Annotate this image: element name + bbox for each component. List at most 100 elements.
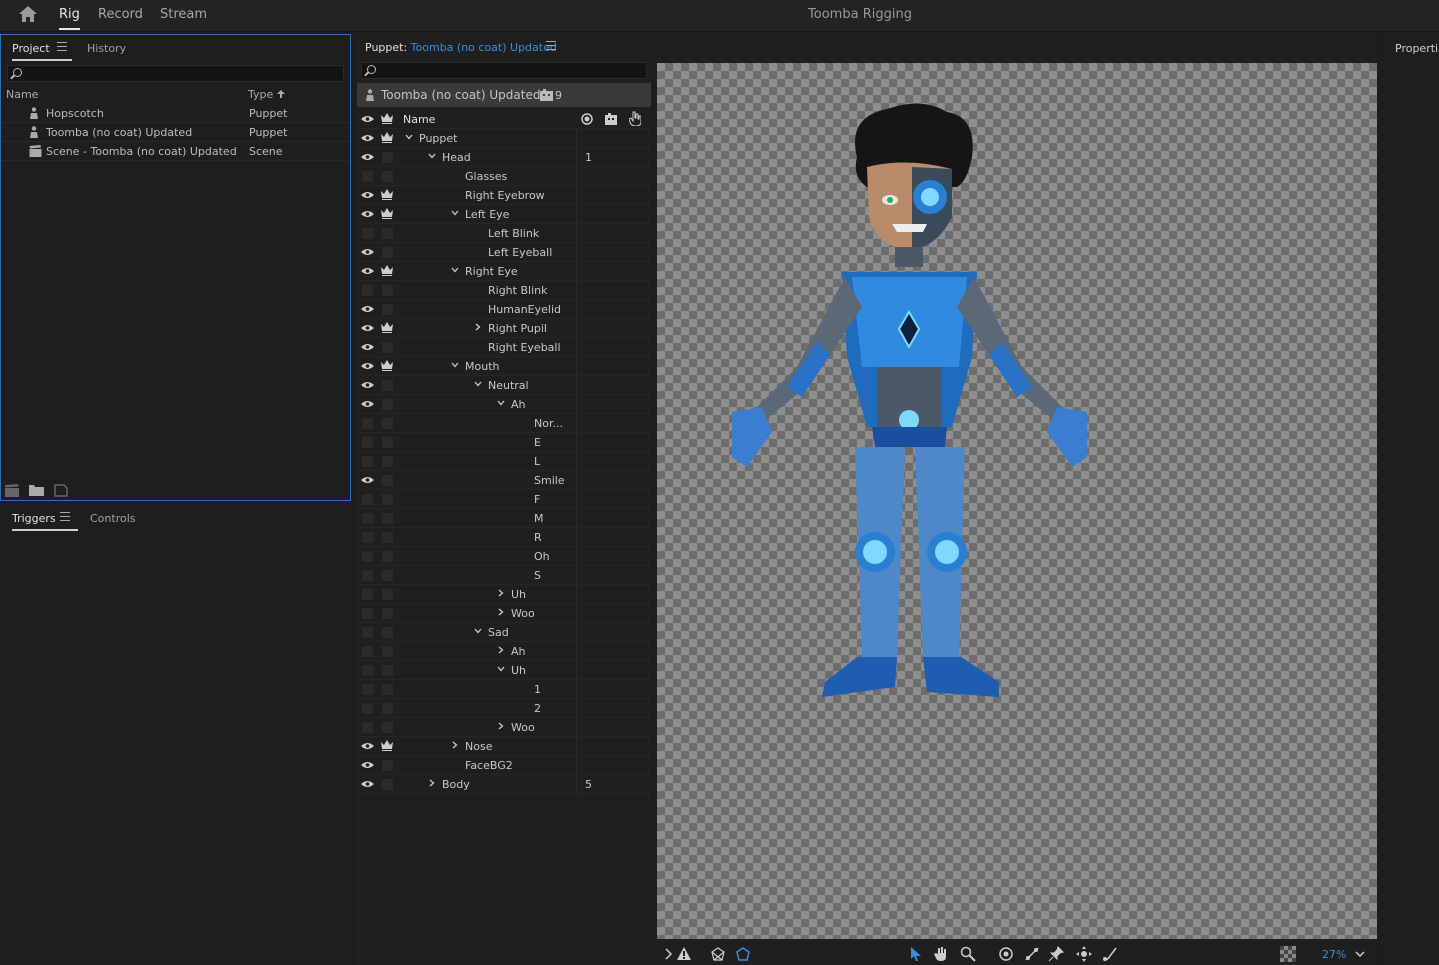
independence-toggle[interactable] bbox=[382, 437, 393, 448]
crown-icon[interactable] bbox=[381, 360, 393, 371]
visibility-toggle[interactable] bbox=[362, 285, 373, 296]
puppet-selector-bar[interactable]: Toomba (no coat) Updated 9 bbox=[357, 83, 651, 107]
hand-icon[interactable] bbox=[629, 111, 641, 126]
layer-row[interactable]: R bbox=[357, 528, 651, 547]
outline-icon[interactable] bbox=[735, 946, 751, 962]
chevron-right-icon[interactable] bbox=[451, 741, 459, 749]
layer-row[interactable]: Glasses bbox=[357, 167, 651, 186]
tab-rig[interactable]: Rig bbox=[59, 7, 80, 30]
crown-icon[interactable] bbox=[381, 208, 393, 219]
independence-toggle[interactable] bbox=[382, 608, 393, 619]
layer-row[interactable]: Woo bbox=[357, 718, 651, 737]
independence-toggle[interactable] bbox=[382, 760, 393, 771]
independence-toggle[interactable] bbox=[382, 779, 393, 790]
layer-row[interactable]: Ah bbox=[357, 642, 651, 661]
new-scene-icon[interactable] bbox=[5, 484, 19, 497]
canvas-checkerboard[interactable] bbox=[657, 63, 1377, 939]
chevron-right-icon[interactable] bbox=[497, 646, 505, 654]
independence-toggle[interactable] bbox=[382, 627, 393, 638]
visibility-toggle[interactable] bbox=[362, 228, 373, 239]
layer-row[interactable]: Body 5 bbox=[357, 775, 651, 794]
crown-icon[interactable] bbox=[381, 740, 393, 751]
project-search-input[interactable] bbox=[7, 65, 344, 82]
eye-icon[interactable] bbox=[361, 210, 374, 218]
stick-icon[interactable] bbox=[1024, 946, 1040, 962]
visibility-toggle[interactable] bbox=[362, 722, 373, 733]
chevron-down-icon[interactable] bbox=[497, 665, 505, 673]
independence-toggle[interactable] bbox=[382, 418, 393, 429]
tab-project[interactable]: Project bbox=[12, 42, 72, 61]
tab-controls[interactable]: Controls bbox=[90, 512, 136, 525]
layer-row[interactable]: Left Blink bbox=[357, 224, 651, 243]
eye-icon[interactable] bbox=[361, 305, 374, 313]
independence-toggle[interactable] bbox=[382, 532, 393, 543]
crown-icon[interactable] bbox=[381, 113, 393, 124]
layer-row[interactable]: HumanEyelid bbox=[357, 300, 651, 319]
hand-icon[interactable] bbox=[933, 946, 949, 962]
layer-row[interactable]: S bbox=[357, 566, 651, 585]
visibility-toggle[interactable] bbox=[362, 418, 373, 429]
independence-toggle[interactable] bbox=[382, 399, 393, 410]
visibility-toggle[interactable] bbox=[362, 665, 373, 676]
independence-toggle[interactable] bbox=[382, 475, 393, 486]
crown-icon[interactable] bbox=[381, 322, 393, 333]
layer-row[interactable]: Sad bbox=[357, 623, 651, 642]
visibility-toggle[interactable] bbox=[362, 646, 373, 657]
group-icon[interactable] bbox=[605, 113, 617, 125]
visibility-toggle[interactable] bbox=[362, 437, 373, 448]
layer-row[interactable]: Mouth bbox=[357, 357, 651, 376]
layer-row[interactable]: Woo bbox=[357, 604, 651, 623]
record-icon[interactable] bbox=[581, 113, 593, 125]
visibility-toggle[interactable] bbox=[362, 171, 373, 182]
independence-toggle[interactable] bbox=[382, 380, 393, 391]
eye-icon[interactable] bbox=[361, 343, 374, 351]
panel-menu-icon[interactable] bbox=[60, 512, 70, 521]
eye-icon[interactable] bbox=[361, 780, 374, 788]
visibility-toggle[interactable] bbox=[362, 608, 373, 619]
handle-icon[interactable] bbox=[1076, 946, 1092, 962]
visibility-toggle[interactable] bbox=[362, 513, 373, 524]
independence-toggle[interactable] bbox=[382, 665, 393, 676]
eye-icon[interactable] bbox=[361, 362, 374, 370]
tab-stream[interactable]: Stream bbox=[160, 7, 207, 22]
eye-icon[interactable] bbox=[361, 324, 374, 332]
tab-history[interactable]: History bbox=[87, 42, 126, 55]
layer-row[interactable]: Right Pupil bbox=[357, 319, 651, 338]
panel-menu-icon[interactable] bbox=[546, 41, 556, 50]
chevron-right-icon[interactable] bbox=[497, 608, 505, 616]
eye-icon[interactable] bbox=[361, 191, 374, 199]
independence-toggle[interactable] bbox=[382, 684, 393, 695]
eye-icon[interactable] bbox=[361, 400, 374, 408]
independence-toggle[interactable] bbox=[382, 494, 393, 505]
crown-icon[interactable] bbox=[381, 189, 393, 200]
properties-title[interactable]: Properties bbox=[1395, 42, 1439, 55]
layer-row[interactable]: Puppet bbox=[357, 129, 651, 148]
puppet-search-input[interactable] bbox=[361, 62, 647, 79]
chevron-down-icon[interactable] bbox=[497, 399, 505, 407]
column-header-name[interactable]: Name bbox=[6, 88, 38, 101]
layer-row[interactable]: Smile bbox=[357, 471, 651, 490]
layer-row[interactable]: Oh bbox=[357, 547, 651, 566]
independence-toggle[interactable] bbox=[382, 570, 393, 581]
layer-row[interactable]: L bbox=[357, 452, 651, 471]
visibility-toggle[interactable] bbox=[362, 532, 373, 543]
chevron-down-icon[interactable] bbox=[405, 133, 413, 141]
independence-toggle[interactable] bbox=[382, 703, 393, 714]
independence-toggle[interactable] bbox=[382, 285, 393, 296]
layer-row[interactable]: FaceBG2 bbox=[357, 756, 651, 775]
layer-row[interactable]: 2 bbox=[357, 699, 651, 718]
chevron-right-icon[interactable] bbox=[497, 722, 505, 730]
independence-toggle[interactable] bbox=[382, 342, 393, 353]
zoom-icon[interactable] bbox=[960, 946, 976, 962]
eye-icon[interactable] bbox=[361, 134, 374, 142]
layer-row[interactable]: Uh bbox=[357, 661, 651, 680]
independence-toggle[interactable] bbox=[382, 304, 393, 315]
layer-row[interactable]: Nose bbox=[357, 737, 651, 756]
layer-row[interactable]: Ah bbox=[357, 395, 651, 414]
folder-icon[interactable] bbox=[29, 484, 44, 496]
project-row[interactable]: Scene - Toomba (no coat) Updated Scene bbox=[2, 142, 349, 161]
eye-icon[interactable] bbox=[361, 381, 374, 389]
independence-toggle[interactable] bbox=[382, 247, 393, 258]
visibility-toggle[interactable] bbox=[362, 589, 373, 600]
eye-icon[interactable] bbox=[361, 761, 374, 769]
